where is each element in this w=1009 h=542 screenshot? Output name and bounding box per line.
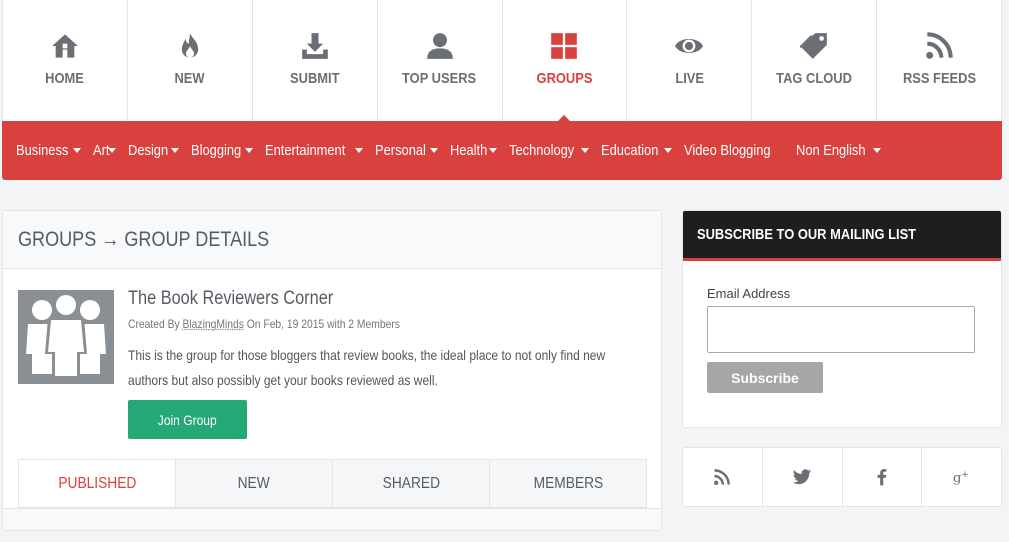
topnav-label: RSS FEEDS [902, 70, 976, 87]
group-meta: Created By BlazingMinds On Feb, 19 2015 … [128, 317, 400, 331]
caret-down-icon [170, 148, 179, 153]
topnav-item-new[interactable]: NEW [128, 0, 253, 121]
svg-text:+: + [961, 469, 969, 480]
tab-label: MEMBERS [533, 474, 603, 492]
meta-prefix: Created By [128, 317, 183, 331]
group-users-icon [26, 293, 106, 378]
category-art[interactable]: Art [93, 142, 117, 159]
category-bar: Business Art Design Blogging Entertainme… [2, 121, 1002, 180]
topnav-item-live[interactable]: LIVE [627, 0, 753, 121]
category-business[interactable]: Business [16, 142, 81, 159]
group-avatar [18, 290, 114, 384]
topnav-item-submit[interactable]: SUBMIT [253, 0, 378, 121]
caret-down-icon [354, 148, 363, 153]
email-field[interactable] [707, 306, 975, 353]
caret-down-icon [580, 148, 589, 153]
topnav-label: TOP USERS [402, 70, 477, 87]
fire-icon [181, 33, 198, 58]
category-education[interactable]: Education [601, 142, 672, 159]
subscribe-button[interactable]: Subscribe [707, 362, 823, 393]
home-icon [52, 34, 78, 58]
topnav-item-home[interactable]: HOME [3, 0, 128, 121]
meta-suffix: On Feb, 19 2015 with 2 Members [243, 317, 400, 331]
panel-header: GROUPS → GROUP DETAILS [3, 211, 661, 269]
caret-down-icon [72, 148, 81, 153]
topnav-item-groups[interactable]: GROUPS [503, 0, 628, 122]
caret-down-icon [245, 148, 254, 153]
description-text: This is the group for those bloggers tha… [128, 347, 606, 388]
caret-down-icon [663, 148, 672, 153]
tab-published[interactable]: PUBLISHED [19, 460, 175, 507]
subscribe-widget: SUBSCRIBE TO OUR MAILING LIST Email Addr… [682, 210, 1002, 428]
tab-shared[interactable]: SHARED [332, 460, 489, 507]
topnav-item-rss-feeds[interactable]: RSS FEEDS [877, 0, 1002, 121]
group-description: This is the group for those bloggers tha… [128, 343, 640, 393]
page-title: GROUPS → GROUP DETAILS [18, 227, 270, 251]
panel-footer [3, 508, 661, 530]
facebook-icon [877, 469, 887, 486]
rss-icon [714, 469, 731, 485]
tags-icon [800, 33, 828, 59]
caret-down-icon [489, 148, 498, 153]
join-label: Join Group [158, 411, 217, 428]
tab-label: PUBLISHED [57, 474, 136, 492]
download-icon [301, 33, 328, 59]
google-plus-icon: g + [952, 469, 969, 486]
subscribe-title: SUBSCRIBE TO OUR MAILING LIST [697, 226, 917, 243]
author-link[interactable]: BlazingMinds [183, 317, 244, 331]
caret-down-icon [429, 148, 438, 153]
top-navigation: HOME NEW SUBMIT TOP USERS GROUPS LIVE TA… [2, 0, 1002, 122]
tab-members[interactable]: MEMBERS [489, 460, 646, 507]
category-non-english[interactable]: Non English [796, 142, 882, 159]
category-video-blogging[interactable]: Video Blogging [684, 142, 785, 159]
subscribe-header: SUBSCRIBE TO OUR MAILING LIST [683, 211, 1001, 261]
category-personal[interactable]: Personal [375, 142, 438, 159]
topnav-label: TAG CLOUD [776, 70, 853, 87]
tab-label: SHARED [382, 474, 440, 492]
category-health[interactable]: Health [450, 142, 498, 159]
social-links: g + [682, 447, 1002, 507]
topnav-item-top-users[interactable]: TOP USERS [378, 0, 503, 121]
social-rss[interactable] [683, 448, 762, 506]
topnav-label: HOME [45, 70, 85, 87]
group-tabs: PUBLISHED NEW SHARED MEMBERS [18, 459, 647, 508]
social-google-plus[interactable]: g + [921, 448, 1001, 506]
social-twitter[interactable] [761, 448, 842, 506]
eye-icon [675, 39, 704, 53]
topnav-label: LIVE [674, 70, 704, 87]
category-blogging[interactable]: Blogging [191, 142, 254, 159]
join-group-button[interactable]: Join Group [128, 400, 247, 439]
topnav-item-tag-cloud[interactable]: TAG CLOUD [752, 0, 878, 121]
tab-new[interactable]: NEW [175, 460, 332, 507]
group-title: The Book Reviewers Corner [128, 288, 334, 309]
topnav-label: NEW [174, 70, 205, 87]
topnav-label: GROUPS [536, 70, 593, 87]
email-label: Email Address [707, 286, 791, 301]
rss-icon [926, 32, 953, 59]
category-technology[interactable]: Technology [509, 142, 589, 159]
social-facebook[interactable] [841, 448, 922, 506]
category-entertainment[interactable]: Entertainment [265, 142, 363, 159]
category-design[interactable]: Design [128, 142, 179, 159]
topnav-label: SUBMIT [289, 70, 340, 87]
tab-label: NEW [237, 474, 271, 492]
group-details-panel: GROUPS → GROUP DETAILS The Book Reviewer… [2, 210, 662, 531]
caret-down-icon [873, 148, 882, 153]
twitter-icon [792, 469, 812, 485]
grid-icon [551, 33, 578, 59]
user-icon [426, 33, 453, 59]
